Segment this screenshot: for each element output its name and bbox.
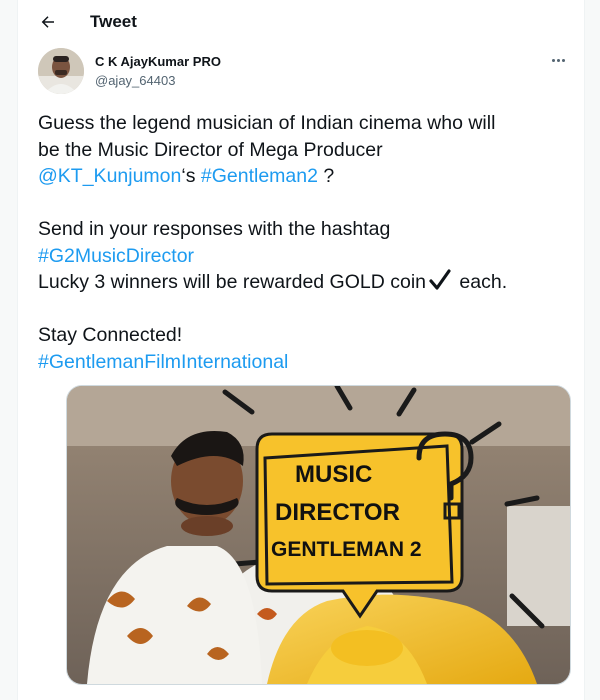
tweet-header: Tweet <box>18 0 584 44</box>
tweet-text-fragment: each. <box>454 271 508 293</box>
page-title: Tweet <box>90 12 137 31</box>
more-dot <box>561 58 565 62</box>
tweet-line: #GentlemanFilmInternational <box>38 349 568 376</box>
hashtag-link[interactable]: #GentlemanFilmInternational <box>38 351 288 373</box>
tweet-line: #G2MusicDirector <box>38 243 568 270</box>
arrow-left-icon <box>41 16 54 28</box>
back-button[interactable] <box>36 10 60 34</box>
tweet-text: Guess the legend musician of Indian cine… <box>38 110 568 375</box>
tweet-media-image[interactable]: MUSIC DIRECTOR GENTLEMAN 2 <box>66 385 571 685</box>
tweet-line: Guess the legend musician of Indian cine… <box>38 112 496 134</box>
mention-link[interactable]: @KT_Kunjumon <box>38 165 181 187</box>
tweet-line: be the Music Director of Mega Producer <box>38 138 383 161</box>
more-horizontal-icon <box>551 58 555 62</box>
more-options-button[interactable] <box>546 52 570 68</box>
tweet-line: Send in your responses with the hashtag <box>38 218 391 240</box>
author-name[interactable]: C K AjayKumar PRO <box>95 54 221 69</box>
tweet-line: Lucky 3 winners will be rewarded GOLD co… <box>38 269 568 296</box>
tweet-text-fragment: ? <box>317 165 335 187</box>
badge-line-director: DIRECTOR <box>275 499 400 526</box>
tweet-text-fragment: ‘s <box>181 165 201 187</box>
check-mark-icon <box>429 269 451 290</box>
hashtag-link[interactable]: #G2MusicDirector <box>38 245 194 267</box>
tweet-line: @KT_Kunjumon‘s #Gentleman2 ? <box>38 163 568 190</box>
author-handle[interactable]: @ajay_64403 <box>95 73 175 88</box>
avatar[interactable] <box>38 48 84 94</box>
tweet-text-fragment: Lucky 3 winners will be rewarded GOLD co… <box>38 271 427 293</box>
badge-line-gentleman2: GENTLEMAN 2 <box>271 538 422 561</box>
badge-line-music: MUSIC <box>295 461 373 488</box>
media-illustration <box>67 386 570 684</box>
more-dot <box>556 58 560 62</box>
tweet-line: Stay Connected! <box>38 324 183 346</box>
hashtag-link[interactable]: #Gentleman2 <box>201 165 318 187</box>
tweet-column: Tweet C K AjayKumar PRO @ajay_64403 Gues… <box>17 0 585 700</box>
